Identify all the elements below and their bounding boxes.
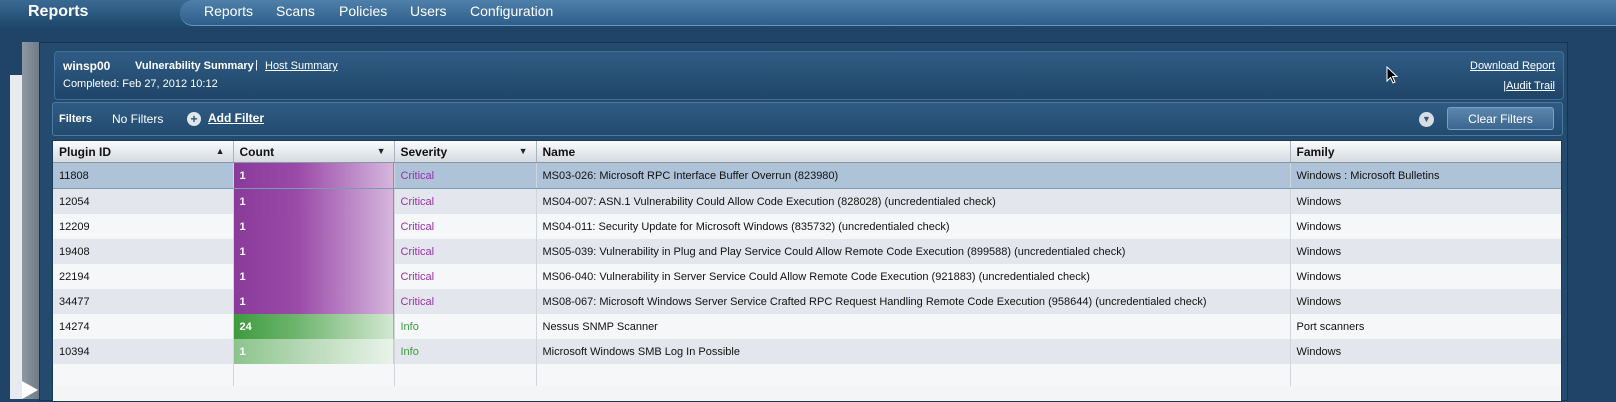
table-row[interactable]: 22194 1 Critical MS06-040: Vulnerability…: [53, 264, 1561, 289]
plugin-id-cell: 19408: [53, 239, 234, 264]
count-cell: 1: [233, 162, 395, 189]
download-report-link[interactable]: Download Report: [1470, 60, 1555, 72]
expand-arrow-icon[interactable]: [22, 381, 38, 399]
host-summary-link[interactable]: Host Summary: [265, 60, 338, 72]
name-cell: Nessus SNMP Scanner: [536, 314, 1291, 339]
filters-label: Filters: [59, 113, 93, 125]
nav-policies[interactable]: Policies: [339, 3, 387, 19]
count-cell: 24: [233, 314, 395, 339]
filter-status: No Filters: [112, 112, 164, 126]
clear-filters-button[interactable]: Clear Filters: [1447, 107, 1554, 130]
table-row[interactable]: 12054 1 Critical MS04-007: ASN.1 Vulnera…: [53, 188, 1561, 214]
report-panel: winsp00 Vulnerability Summary | Host Sum…: [39, 42, 1568, 402]
audit-trail-group: |Audit Trail: [1503, 80, 1555, 92]
table-row[interactable]: 19408 1 Critical MS05-039: Vulnerability…: [53, 239, 1561, 264]
empty-cell: [53, 364, 234, 386]
family-cell: Windows : Microsoft Bulletins: [1290, 162, 1561, 189]
count-cell: 1: [233, 239, 395, 264]
completed-timestamp: Completed: Feb 27, 2012 10:12: [63, 78, 218, 90]
table-row[interactable]: 11808 1 Critical MS03-026: Microsoft RPC…: [53, 162, 1561, 189]
vulnerability-table: Plugin ID ▲ Count ▼ Severity ▼ Name Family …: [52, 140, 1562, 402]
empty-cell: [1290, 364, 1561, 386]
name-cell: Microsoft Windows SMB Log In Possible: [536, 339, 1291, 364]
column-header-plugin-id[interactable]: Plugin ID ▲: [53, 141, 234, 163]
nav-reports[interactable]: Reports: [204, 3, 253, 19]
name-cell: MS08-067: Microsoft Windows Server Servi…: [536, 289, 1291, 314]
empty-cell: [394, 364, 537, 386]
family-cell: Windows: [1290, 264, 1561, 289]
name-cell: MS03-026: Microsoft RPC Interface Buffer…: [536, 162, 1291, 189]
main-nav: Reports Scans Policies Users Configurati…: [180, 0, 1616, 26]
family-cell: Windows: [1290, 289, 1561, 314]
filter-bar: Filters No Filters + Add Filter ▼ Clear …: [52, 102, 1563, 136]
column-header-name[interactable]: Name: [536, 141, 1291, 163]
empty-cell: [233, 364, 395, 386]
family-cell: Windows: [1290, 188, 1561, 214]
count-cell: 1: [233, 289, 395, 314]
severity-cell: Critical: [394, 188, 537, 214]
host-name: winsp00: [63, 59, 111, 73]
count-cell: 1: [233, 264, 395, 289]
report-header: winsp00 Vulnerability Summary | Host Sum…: [54, 51, 1564, 100]
plugin-id-cell: 22194: [53, 264, 234, 289]
name-cell: MS04-011: Security Update for Microsoft …: [536, 214, 1291, 239]
plugin-id-cell: 10394: [53, 339, 234, 364]
empty-row: [53, 364, 1561, 386]
family-cell: Windows: [1290, 214, 1561, 239]
plugin-id-cell: 11808: [53, 162, 234, 189]
severity-cell: Critical: [394, 162, 537, 189]
plugin-id-cell: 34477: [53, 289, 234, 314]
count-cell: 1: [233, 339, 395, 364]
table-row[interactable]: 14274 24 Info Nessus SNMP Scanner Port s…: [53, 314, 1561, 339]
sort-desc-icon[interactable]: ▼: [377, 146, 386, 156]
severity-cell: Info: [394, 339, 537, 364]
severity-cell: Critical: [394, 214, 537, 239]
add-filter-label[interactable]: Add Filter: [208, 111, 264, 125]
nav-users[interactable]: Users: [410, 3, 447, 19]
tab-separator: |: [255, 59, 258, 71]
plugin-id-cell: 12209: [53, 214, 234, 239]
plugin-id-cell: 12054: [53, 188, 234, 214]
count-cell: 1: [233, 214, 395, 239]
mouse-cursor-icon: [1386, 66, 1398, 84]
column-header-severity[interactable]: Severity ▼: [394, 141, 537, 163]
nav-configuration[interactable]: Configuration: [470, 3, 553, 19]
family-cell: Port scanners: [1290, 314, 1561, 339]
top-bar: Reports Reports Scans Policies Users Con…: [0, 0, 1616, 28]
name-cell: MS04-007: ASN.1 Vulnerability Could Allo…: [536, 188, 1291, 214]
column-header-count[interactable]: Count ▼: [233, 141, 395, 163]
table-row[interactable]: 12209 1 Critical MS04-011: Security Upda…: [53, 214, 1561, 239]
sort-desc-icon[interactable]: ▼: [519, 146, 528, 156]
table-row[interactable]: 34477 1 Critical MS08-067: Microsoft Win…: [53, 289, 1561, 314]
plugin-id-cell: 14274: [53, 314, 234, 339]
column-header-family[interactable]: Family: [1290, 141, 1561, 163]
nav-scans[interactable]: Scans: [276, 3, 315, 19]
count-cell: 1: [233, 188, 395, 214]
table-header-row: Plugin ID ▲ Count ▼ Severity ▼ Name Family: [53, 141, 1561, 163]
empty-cell: [536, 364, 1291, 386]
family-cell: Windows: [1290, 239, 1561, 264]
audit-trail-link[interactable]: Audit Trail: [1506, 80, 1555, 92]
sort-asc-icon[interactable]: ▲: [216, 146, 225, 156]
collapse-handle[interactable]: [22, 42, 39, 399]
plus-circle-icon: +: [187, 112, 201, 126]
vulnerability-summary-tab[interactable]: Vulnerability Summary: [135, 60, 254, 72]
severity-cell: Info: [394, 314, 537, 339]
app-title: Reports: [28, 3, 89, 20]
chevron-down-icon[interactable]: ▼: [1419, 112, 1434, 127]
name-cell: MS06-040: Vulnerability in Server Servic…: [536, 264, 1291, 289]
name-cell: MS05-039: Vulnerability in Plug and Play…: [536, 239, 1291, 264]
family-cell: Windows: [1290, 339, 1561, 364]
severity-cell: Critical: [394, 264, 537, 289]
table-row[interactable]: 10394 1 Info Microsoft Windows SMB Log I…: [53, 339, 1561, 364]
severity-cell: Critical: [394, 289, 537, 314]
severity-cell: Critical: [394, 239, 537, 264]
